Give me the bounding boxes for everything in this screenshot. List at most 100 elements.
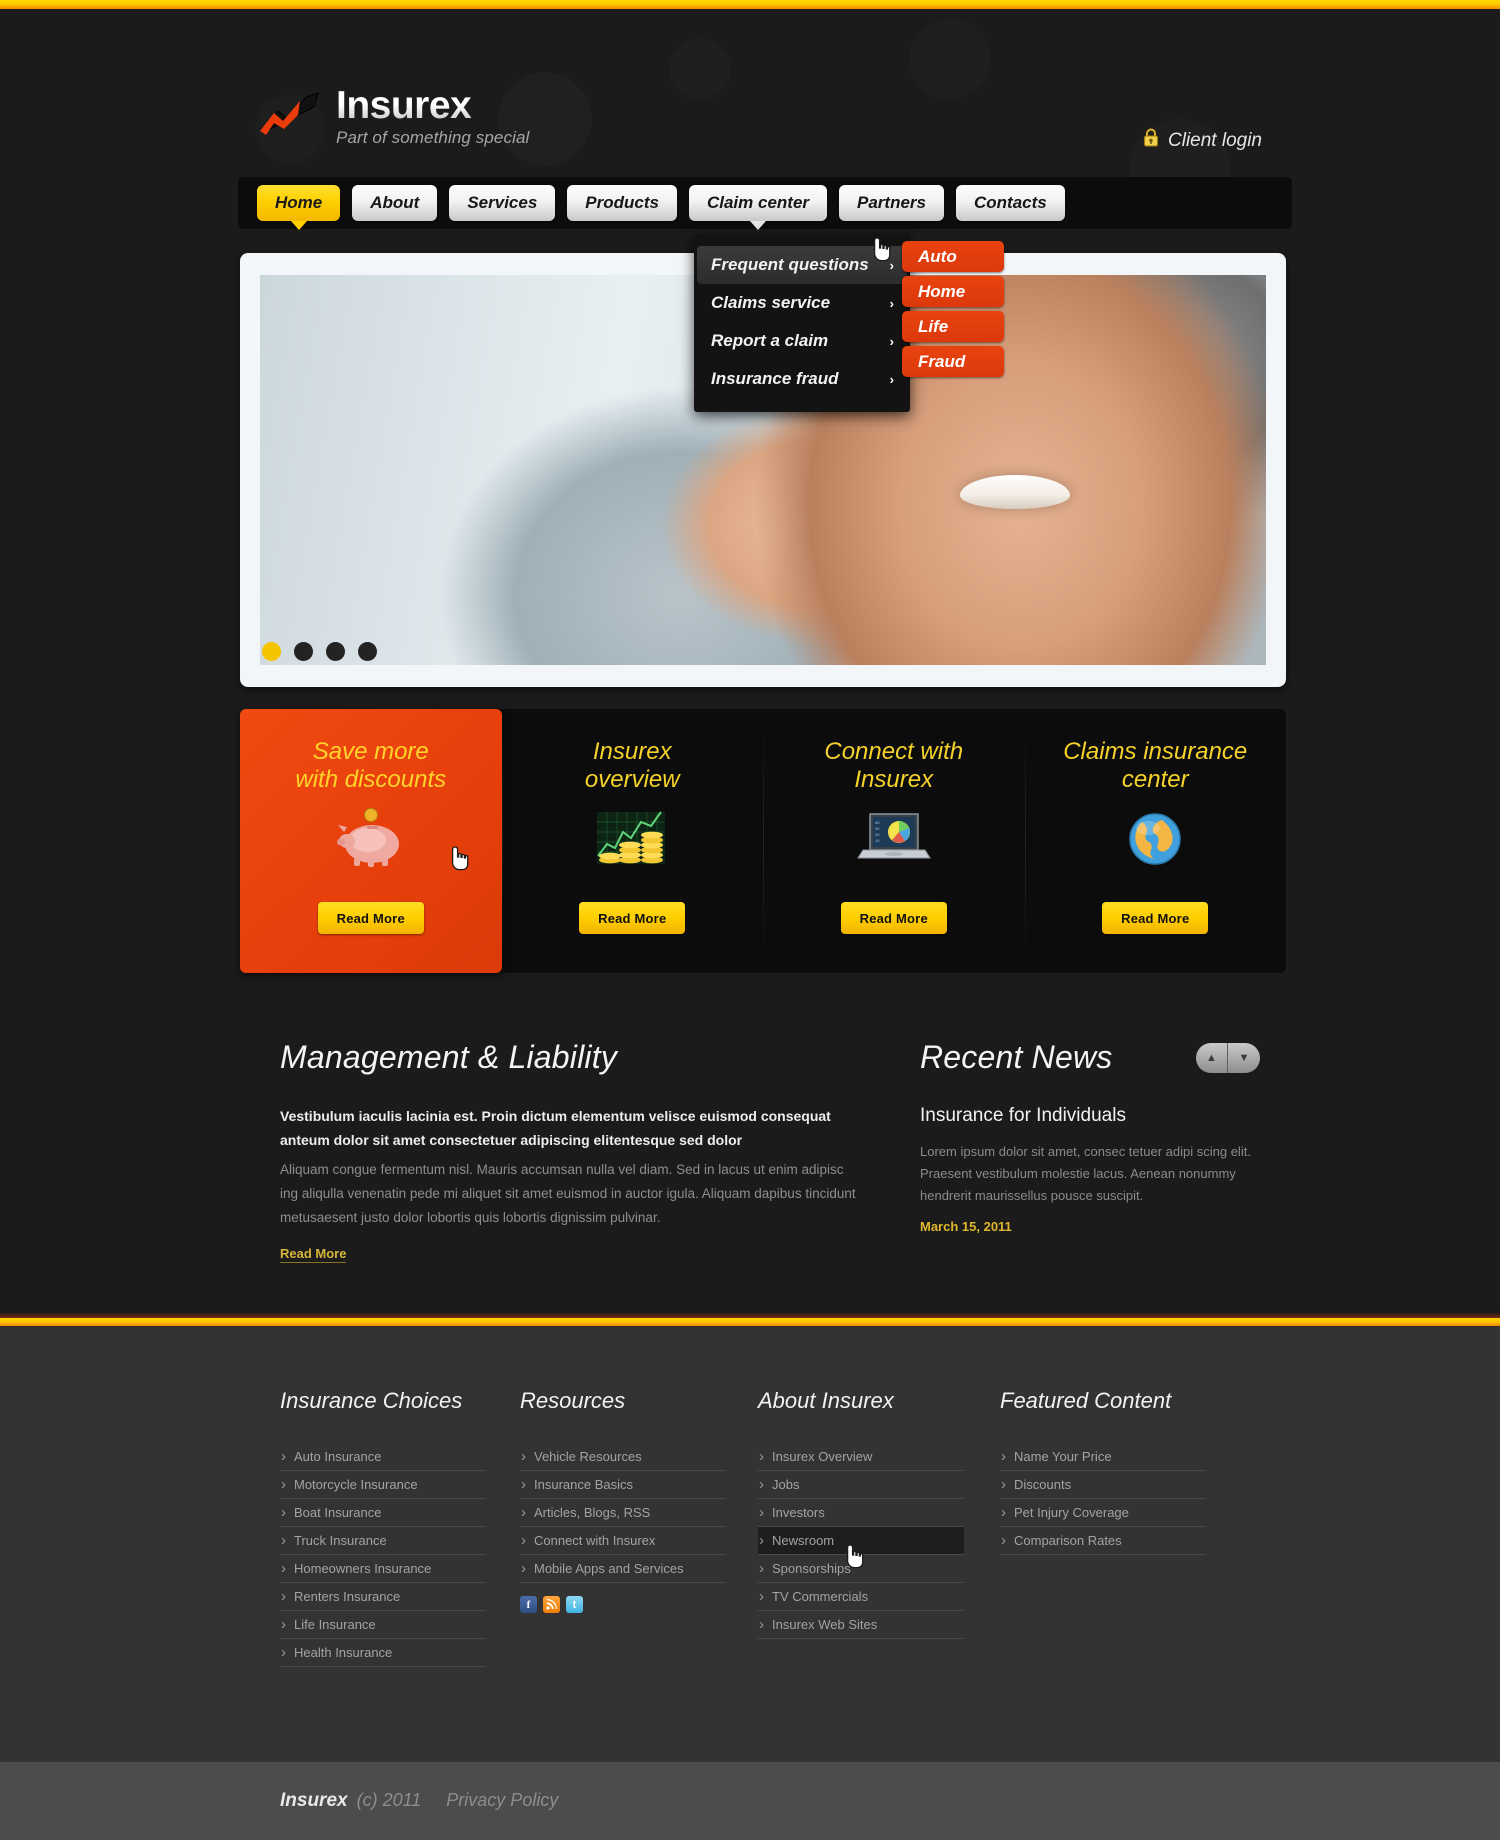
list-item[interactable]: Auto Insurance: [280, 1443, 486, 1471]
nav-item-products[interactable]: Products: [567, 185, 677, 221]
news-headline[interactable]: Insurance for Individuals: [920, 1105, 1260, 1127]
list-item[interactable]: Vehicle Resources: [520, 1443, 726, 1471]
list-item[interactable]: Articles, Blogs, RSS: [520, 1499, 726, 1527]
twitter-icon[interactable]: t: [566, 1596, 583, 1613]
list-item[interactable]: Insurex Web Sites: [758, 1611, 964, 1639]
list-item[interactable]: Sponsorships: [758, 1555, 964, 1583]
promo-save-more[interactable]: Save more with discounts Read More: [240, 709, 502, 973]
footer-column-insurance-choices: Insurance Choices Auto Insurance Motorcy…: [280, 1388, 520, 1667]
list-item[interactable]: Comparison Rates: [1000, 1527, 1206, 1555]
list-item[interactable]: Discounts: [1000, 1471, 1206, 1499]
promo-connect-with-insurex[interactable]: Connect with Insurex 40 30 20 10 Read Mo…: [763, 709, 1025, 973]
footer-columns: Insurance Choices Auto Insurance Motorcy…: [280, 1388, 1240, 1667]
piggy-bank-icon: [328, 808, 414, 870]
promo-claims-insurance-center[interactable]: Claims insurance center Read More: [1024, 709, 1287, 973]
rss-icon[interactable]: [543, 1596, 560, 1613]
logo[interactable]: Insurex Part of something special: [258, 85, 529, 148]
list-item[interactable]: Motorcycle Insurance: [280, 1471, 486, 1499]
list-item[interactable]: Health Insurance: [280, 1639, 486, 1667]
footer-column-resources: Resources Vehicle Resources Insurance Ba…: [520, 1388, 758, 1667]
list-item[interactable]: Homeowners Insurance: [280, 1555, 486, 1583]
article-title: Management & Liability: [280, 1039, 618, 1075]
copyright-bar: Insurex (c) 2011 Privacy Policy: [0, 1762, 1500, 1840]
list-item-newsroom[interactable]: Newsroom: [758, 1527, 964, 1555]
dropdown-item-label: Report a claim: [711, 331, 829, 350]
promo-row: Save more with discounts Read More Insur…: [240, 709, 1286, 973]
submenu-item-life[interactable]: Life: [902, 311, 1004, 342]
news-column: Recent News ▲ ▼ Insurance for Individual…: [920, 1039, 1260, 1234]
nav-item-home[interactable]: Home: [257, 185, 341, 230]
dropdown-item-claims-service[interactable]: Claims service ›: [697, 284, 907, 322]
dropdown-item-frequent-questions[interactable]: Frequent questions ›: [697, 246, 907, 284]
list-item[interactable]: TV Commercials: [758, 1583, 964, 1611]
facebook-icon[interactable]: f: [520, 1596, 537, 1613]
dropdown-item-label: Claims service: [711, 293, 831, 312]
article-lead: Vestibulum iaculis lacinia est. Proin di…: [280, 1108, 831, 1148]
nav-item-services[interactable]: Services: [449, 185, 556, 221]
list-item[interactable]: Mobile Apps and Services: [520, 1555, 726, 1583]
logo-tagline: Part of something special: [336, 128, 530, 147]
list-item[interactable]: Life Insurance: [280, 1611, 486, 1639]
promo-title: Connect with Insurex: [824, 738, 963, 794]
slider-dot-4[interactable]: [358, 642, 377, 661]
svg-text:30: 30: [875, 826, 880, 831]
promo-read-more-button[interactable]: Read More: [317, 902, 424, 934]
list-item[interactable]: Name Your Price: [1000, 1443, 1206, 1471]
dropdown-item-insurance-fraud[interactable]: Insurance fraud ›: [697, 360, 907, 398]
submenu-item-auto[interactable]: Auto: [902, 241, 1004, 272]
list-item[interactable]: Insurex Overview: [758, 1443, 964, 1471]
promo-read-more-button[interactable]: Read More: [579, 902, 686, 934]
footer-column-title: About Insurex: [758, 1388, 894, 1413]
arrow-logo-icon: [258, 91, 324, 139]
promo-title-line1: Save more: [312, 738, 429, 765]
promo-title: Insurex overview: [585, 738, 680, 794]
list-item[interactable]: Boat Insurance: [280, 1499, 486, 1527]
dropdown-item-label: Frequent questions: [711, 255, 869, 274]
chevron-right-icon: ›: [889, 295, 894, 311]
top-accent-stripe: [0, 0, 1500, 9]
dropdown-item-label: Insurance fraud: [711, 369, 839, 388]
submenu-item-fraud[interactable]: Fraud: [902, 346, 1004, 377]
list-item[interactable]: Connect with Insurex: [520, 1527, 726, 1555]
chevron-up-icon[interactable]: ▲: [1196, 1042, 1228, 1073]
news-header: Recent News ▲ ▼: [920, 1039, 1260, 1076]
article-body: Aliquam congue fermentum nisl. Mauris ac…: [280, 1162, 856, 1225]
page-root: Insurex Part of something special Client…: [0, 0, 1500, 1840]
slide-photo-highlight: [960, 475, 1070, 509]
privacy-policy-link[interactable]: Privacy Policy: [446, 1790, 558, 1811]
list-item[interactable]: Renters Insurance: [280, 1583, 486, 1611]
article-read-more-link[interactable]: Read More: [280, 1246, 347, 1263]
promo-title: Claims insurance center: [1063, 738, 1247, 794]
globe-icon: [1124, 808, 1186, 870]
list-item[interactable]: Jobs: [758, 1471, 964, 1499]
footer: Insurance Choices Auto Insurance Motorcy…: [0, 1326, 1500, 1762]
list-item[interactable]: Insurance Basics: [520, 1471, 726, 1499]
promo-read-more-button[interactable]: Read More: [840, 902, 947, 934]
claim-center-dropdown: Frequent questions › Claims service › Re…: [694, 234, 910, 412]
main-navigation: Home About Services Products Claim cente…: [238, 177, 1292, 230]
nav-item-claim-center[interactable]: Claim center: [688, 185, 828, 230]
client-login-link[interactable]: Client login: [1143, 128, 1262, 153]
nav-item-partners[interactable]: Partners: [839, 185, 944, 221]
social-links: f t: [520, 1596, 758, 1613]
promo-read-more-button[interactable]: Read More: [1102, 902, 1209, 934]
slider-dot-2[interactable]: [294, 642, 313, 661]
footer-column-about-insurex: About Insurex Insurex Overview Jobs Inve…: [758, 1388, 1000, 1667]
nav-item-contacts[interactable]: Contacts: [956, 185, 1065, 221]
promo-title-line2: with discounts: [295, 766, 447, 793]
promo-insurex-overview[interactable]: Insurex overview Read More: [501, 709, 764, 973]
article-column: Management & Liability Vestibulum iaculi…: [280, 1039, 860, 1263]
dropdown-item-report-a-claim[interactable]: Report a claim ›: [697, 322, 907, 360]
slider-dot-1[interactable]: [262, 642, 281, 661]
slider-dot-3[interactable]: [326, 642, 345, 661]
nav-item-about[interactable]: About: [352, 185, 438, 221]
promo-title: Save more with discounts: [295, 738, 446, 794]
list-item[interactable]: Pet Injury Coverage: [1000, 1499, 1206, 1527]
promo-title-line2: Insurex: [854, 766, 934, 793]
list-item[interactable]: Truck Insurance: [280, 1527, 486, 1555]
footer-link-list: Auto Insurance Motorcycle Insurance Boat…: [280, 1443, 520, 1667]
chevron-down-icon[interactable]: ▼: [1228, 1042, 1260, 1073]
list-item[interactable]: Investors: [758, 1499, 964, 1527]
submenu-item-home[interactable]: Home: [902, 276, 1004, 307]
footer-link-list: Insurex Overview Jobs Investors Newsroom…: [758, 1443, 1000, 1639]
